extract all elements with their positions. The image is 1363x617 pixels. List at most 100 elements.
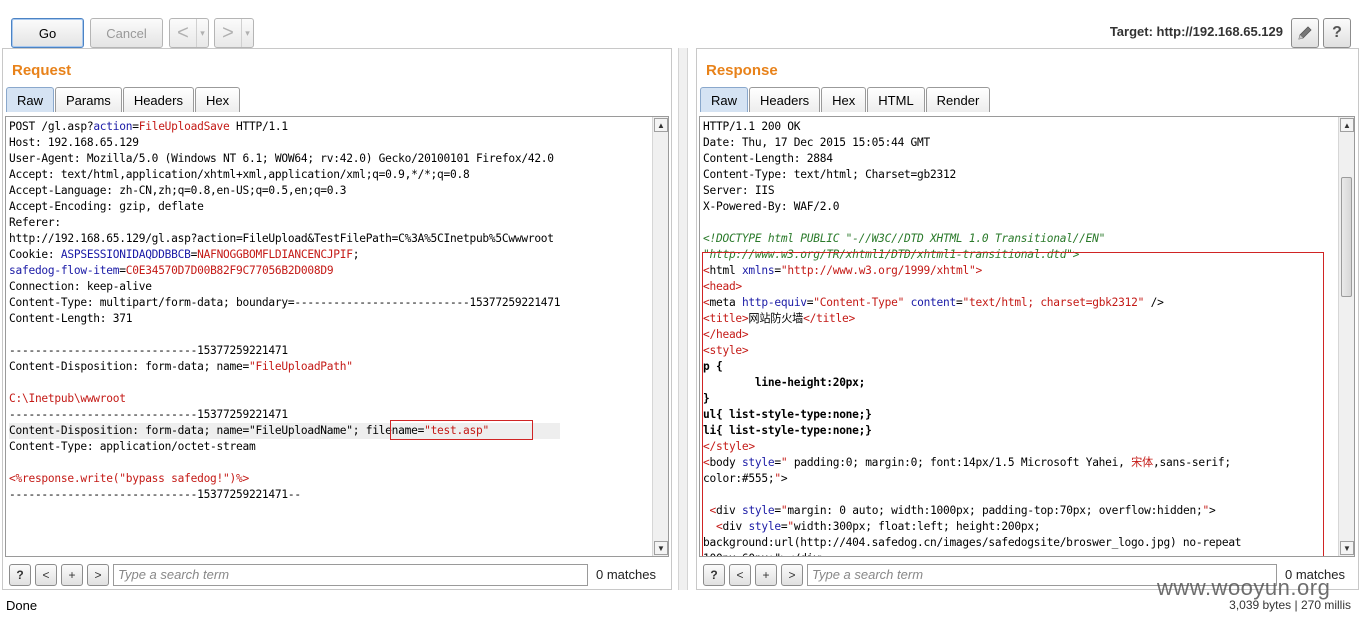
response-tabs: Raw Headers Hex HTML Render	[700, 87, 991, 112]
response-text[interactable]: HTTP/1.1 200 OK Date: Thu, 17 Dec 2015 15…	[703, 119, 1242, 556]
search-add-button[interactable]: +	[61, 563, 83, 586]
code-token: Connection: keep-alive	[9, 280, 152, 293]
search-prev-button[interactable]: <	[729, 563, 751, 586]
code-token: ,sans-serif;	[1153, 456, 1231, 469]
code-line: Content-Type: text/html; Charset=gb2312	[703, 167, 1241, 183]
back-button-group[interactable]: < ▾	[169, 18, 209, 48]
search-next-button[interactable]: >	[781, 563, 803, 586]
code-token: Server: IIS	[703, 184, 775, 197]
response-tab-raw[interactable]: Raw	[700, 87, 749, 112]
response-title: Response	[706, 62, 778, 79]
code-token: http-equiv	[741, 296, 807, 309]
code-token: Content-Length: 371	[9, 312, 133, 325]
scroll-thumb[interactable]	[1341, 177, 1352, 297]
code-line: <title>网站防火墙</title>	[703, 311, 1241, 327]
response-panel: Response Raw Headers Hex HTML Render HTT…	[696, 48, 1359, 590]
scroll-down-icon[interactable]: ▼	[1340, 541, 1354, 555]
code-line: http://192.168.65.129/gl.asp?action=File…	[9, 231, 560, 247]
request-tab-headers[interactable]: Headers	[122, 87, 194, 112]
request-text[interactable]: POST /gl.asp?action=FileUploadSave HTTP/…	[9, 119, 561, 503]
request-tab-params[interactable]: Params	[55, 87, 122, 112]
code-token: HTTP/1.1 200 OK	[703, 120, 801, 133]
request-title: Request	[12, 62, 72, 79]
code-line: Accept: text/html,application/xhtml+xml,…	[9, 167, 560, 183]
response-tab-hex[interactable]: Hex	[821, 87, 867, 112]
code-line: POST /gl.asp?action=FileUploadSave HTTP/…	[9, 119, 560, 135]
code-token: http://192.168.65.129/gl.asp?action=File…	[9, 232, 554, 245]
code-token: meta	[709, 296, 742, 309]
code-token: <%response.write("bypass safedog!")%>	[9, 472, 249, 485]
code-line: <!DOCTYPE html PUBLIC "-//W3C//DTD XHTML…	[703, 231, 1241, 247]
search-help-button[interactable]: ?	[703, 563, 725, 586]
code-line: </head>	[703, 327, 1241, 343]
code-token: "FileUploadPath"	[248, 360, 353, 373]
scroll-up-icon[interactable]: ▲	[654, 118, 668, 132]
code-token: style	[741, 456, 775, 469]
code-token: C:\Inetpub\wwwroot	[9, 392, 126, 405]
code-token: <style>	[703, 344, 749, 357]
code-token: Accept-Encoding: gzip, deflate	[9, 200, 204, 213]
scroll-up-icon[interactable]: ▲	[1340, 118, 1354, 132]
code-token: Content-Disposition: form-data; name="Fi…	[9, 424, 366, 437]
code-line: -----------------------------15377259221…	[9, 487, 560, 503]
request-tabs: Raw Params Headers Hex	[6, 87, 241, 112]
panel-splitter[interactable]	[678, 48, 688, 590]
request-tab-raw[interactable]: Raw	[6, 87, 55, 112]
code-token: style	[748, 520, 781, 533]
code-line: color:#555;">	[703, 471, 1241, 487]
request-scrollbar[interactable]: ▲ ▼	[652, 117, 668, 556]
code-token: POST /gl.asp?	[9, 120, 94, 133]
help-button[interactable]: ?	[1323, 18, 1351, 48]
search-prev-button[interactable]: <	[35, 563, 57, 586]
scroll-down-icon[interactable]: ▼	[654, 541, 668, 555]
code-token: ;	[352, 248, 360, 261]
code-line: Content-Disposition: form-data; name="Fi…	[9, 359, 560, 375]
code-line: Content-Disposition: form-data; name="Fi…	[9, 423, 561, 439]
code-token: >	[1208, 504, 1216, 517]
code-token: <title>	[703, 312, 749, 325]
search-next-button[interactable]: >	[87, 563, 109, 586]
code-token: margin: 0 auto; width:1000px; padding-to…	[787, 504, 1203, 517]
response-tab-html[interactable]: HTML	[867, 87, 925, 112]
code-token: </title>	[803, 312, 855, 325]
code-token: X-Powered-By: WAF/2.0	[703, 200, 840, 213]
forward-button-group[interactable]: > ▾	[214, 18, 254, 48]
code-line: Accept-Language: zh-CN,zh;q=0.8,en-US;q=…	[9, 183, 560, 199]
search-help-button[interactable]: ?	[9, 563, 31, 586]
back-dropdown-icon[interactable]: ▾	[196, 19, 208, 47]
watermark-text: www.wooyun.org	[1157, 575, 1331, 600]
request-search-input[interactable]: Type a search term	[113, 563, 588, 586]
code-token: filename=	[365, 424, 425, 437]
code-token: }	[703, 392, 710, 405]
code-token: "http://www.w3.org/1999/xhtml"	[780, 264, 976, 277]
cancel-button[interactable]: Cancel	[90, 18, 163, 48]
code-line: Accept-Encoding: gzip, deflate	[9, 199, 560, 215]
request-panel: Request Raw Params Headers Hex POST /gl.…	[2, 48, 672, 590]
code-token: >	[975, 264, 982, 277]
code-line: safedog-flow-item=C0E34570D7D00B82F9C770…	[9, 263, 560, 279]
code-line: <div style="margin: 0 auto; width:1000px…	[703, 503, 1241, 519]
code-line: <body style=" padding:0; margin:0; font:…	[703, 455, 1241, 471]
code-token: width:300px; float:left; height:200px;	[793, 520, 1041, 533]
code-token: />	[1144, 296, 1164, 309]
forward-dropdown-icon[interactable]: ▾	[241, 19, 253, 47]
code-line: 100px 60px;"></div>	[703, 551, 1241, 556]
edit-target-button[interactable]	[1291, 18, 1319, 48]
response-tab-headers[interactable]: Headers	[749, 87, 821, 112]
search-add-button[interactable]: +	[755, 563, 777, 586]
code-token: html	[709, 264, 742, 277]
back-arrow-icon[interactable]: <	[170, 19, 196, 47]
request-tab-hex[interactable]: Hex	[194, 87, 241, 112]
go-button[interactable]: Go	[11, 18, 84, 48]
response-editor[interactable]: HTTP/1.1 200 OK Date: Thu, 17 Dec 2015 15…	[699, 116, 1355, 557]
code-token: HTTP/1.1	[229, 120, 288, 133]
response-tab-render[interactable]: Render	[925, 87, 991, 112]
request-editor[interactable]: POST /gl.asp?action=FileUploadSave HTTP/…	[5, 116, 669, 557]
response-scrollbar[interactable]: ▲ ▼	[1338, 117, 1354, 556]
forward-arrow-icon[interactable]: >	[215, 19, 241, 47]
code-line: "http://www.w3.org/TR/xhtml1/DTD/xhtml1-…	[703, 247, 1241, 263]
code-token: xmlns	[741, 264, 775, 277]
